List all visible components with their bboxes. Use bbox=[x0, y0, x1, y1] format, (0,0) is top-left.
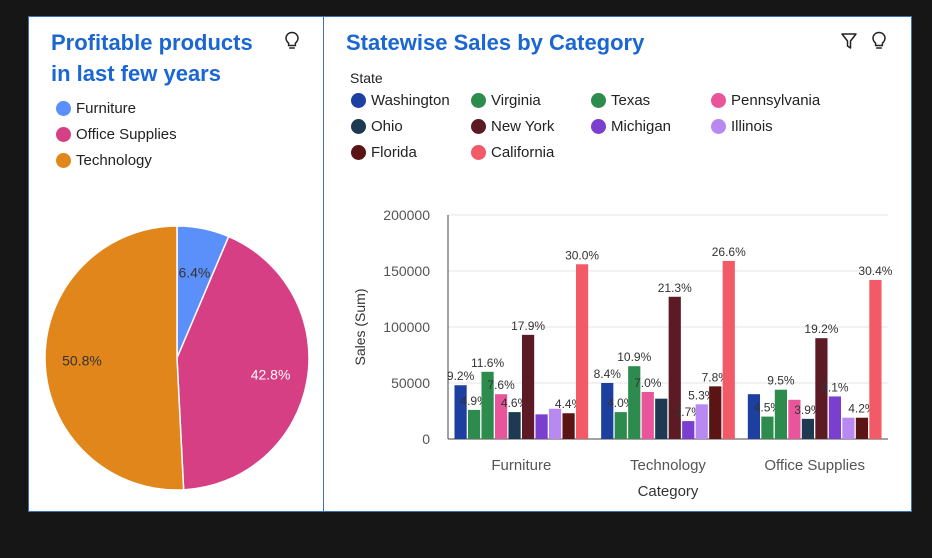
bar[interactable] bbox=[614, 412, 627, 439]
legend-label: Furniture bbox=[76, 100, 137, 117]
bar[interactable] bbox=[548, 408, 562, 439]
y-tick-label: 50000 bbox=[391, 375, 430, 391]
bar-data-label: 9.2% bbox=[447, 369, 475, 383]
state-legend-item[interactable]: Ohio bbox=[351, 118, 403, 135]
bar-chart: 0500001000001500002000009.2%4.9%11.6%7.6… bbox=[352, 207, 893, 500]
legend-swatch bbox=[351, 145, 366, 160]
bar-chart-title: Statewise Sales by Category bbox=[346, 30, 645, 55]
legend-label: California bbox=[491, 144, 555, 161]
bar-data-label: 21.3% bbox=[658, 281, 692, 295]
pie-legend-item[interactable]: Furniture bbox=[56, 100, 136, 117]
legend-swatch bbox=[711, 93, 726, 108]
state-legend-item[interactable]: Pennsylvania bbox=[711, 92, 820, 109]
bar-data-label: 7.6% bbox=[487, 378, 515, 392]
bar[interactable] bbox=[601, 383, 614, 439]
bar-data-label: 7.0% bbox=[634, 376, 662, 390]
state-legend-item[interactable]: Texas bbox=[591, 92, 650, 109]
y-tick-label: 150000 bbox=[383, 263, 430, 279]
bar-data-label: 17.9% bbox=[511, 319, 545, 333]
legend-label: Virginia bbox=[491, 92, 541, 109]
state-legend-item[interactable]: Michigan bbox=[591, 118, 671, 135]
legend-label: Florida bbox=[371, 144, 417, 161]
bar[interactable] bbox=[709, 386, 722, 439]
pie-slice-label: 42.8% bbox=[251, 367, 291, 383]
legend-swatch bbox=[56, 127, 71, 142]
x-tick-label: Technology bbox=[630, 457, 706, 474]
x-tick-label: Office Supplies bbox=[764, 457, 865, 474]
legend-swatch bbox=[471, 119, 486, 134]
x-axis-title: Category bbox=[638, 483, 699, 500]
y-tick-label: 100000 bbox=[383, 319, 430, 335]
bar[interactable] bbox=[828, 396, 842, 439]
lightbulb-icon[interactable] bbox=[283, 31, 301, 51]
bar-data-label: 8.4% bbox=[594, 367, 622, 381]
pie-legend-item[interactable]: Office Supplies bbox=[56, 126, 177, 143]
bar[interactable] bbox=[562, 413, 575, 439]
legend-label: Michigan bbox=[611, 118, 672, 135]
bar[interactable] bbox=[521, 334, 535, 439]
legend-label: New York bbox=[491, 118, 555, 135]
legend-label: Pennsylvania bbox=[731, 92, 821, 109]
bar[interactable] bbox=[695, 404, 708, 439]
bar-data-label: 26.6% bbox=[712, 245, 746, 259]
legend-swatch bbox=[56, 101, 71, 116]
bar-data-label: 10.9% bbox=[617, 350, 651, 364]
pie-slice-label: 50.8% bbox=[62, 352, 102, 368]
legend-swatch bbox=[711, 119, 726, 134]
y-tick-label: 200000 bbox=[383, 207, 430, 223]
bar[interactable] bbox=[575, 264, 589, 439]
bar[interactable] bbox=[682, 421, 695, 439]
state-legend-item[interactable]: New York bbox=[471, 118, 554, 135]
bar-data-label: 19.2% bbox=[804, 322, 838, 336]
bar[interactable] bbox=[801, 418, 815, 439]
statewise-sales-card: Statewise Sales by Category State Washin… bbox=[323, 16, 912, 512]
legend-swatch bbox=[351, 93, 366, 108]
lightbulb-icon[interactable] bbox=[870, 31, 888, 51]
pie-slice-label: 6.4% bbox=[178, 265, 210, 281]
bar-data-label: 30.0% bbox=[565, 248, 599, 262]
legend-swatch bbox=[471, 93, 486, 108]
state-legend-item[interactable]: Washington bbox=[351, 92, 450, 109]
bar[interactable] bbox=[842, 417, 855, 439]
bar-data-label: 9.5% bbox=[767, 374, 795, 388]
bar[interactable] bbox=[761, 416, 774, 439]
bar[interactable] bbox=[722, 260, 735, 439]
profitable-products-card: Profitable products in last few years Fu… bbox=[28, 16, 324, 512]
legend-swatch bbox=[591, 119, 606, 134]
legend-label: Illinois bbox=[731, 118, 773, 135]
bar[interactable] bbox=[774, 389, 788, 439]
bar[interactable] bbox=[467, 409, 481, 439]
legend-swatch bbox=[351, 119, 366, 134]
state-legend-item[interactable]: California bbox=[471, 144, 554, 161]
bar[interactable] bbox=[641, 391, 654, 439]
legend-title: State bbox=[350, 70, 383, 86]
x-tick-label: Furniture bbox=[491, 457, 551, 474]
legend-swatch bbox=[56, 153, 71, 168]
legend-label: Washington bbox=[371, 92, 450, 109]
state-legend-item[interactable]: Florida bbox=[351, 144, 417, 161]
bar-data-label: 30.4% bbox=[858, 264, 892, 278]
legend-swatch bbox=[471, 145, 486, 160]
bar[interactable] bbox=[655, 398, 668, 439]
bar-data-label: 11.6% bbox=[471, 356, 504, 370]
state-legend-item[interactable]: Virginia bbox=[471, 92, 541, 109]
pie-chart: 6.4% 42.8% 50.8% bbox=[44, 225, 310, 491]
y-tick-label: 0 bbox=[422, 431, 430, 447]
filter-icon[interactable] bbox=[840, 31, 858, 51]
y-axis-title: Sales (Sum) bbox=[352, 288, 368, 365]
legend-swatch bbox=[591, 93, 606, 108]
bar-data-label: 8.1% bbox=[821, 380, 849, 394]
bar[interactable] bbox=[508, 412, 521, 439]
state-legend-item[interactable]: Illinois bbox=[711, 118, 773, 135]
legend-label: Ohio bbox=[371, 118, 403, 135]
legend-label: Technology bbox=[76, 152, 152, 169]
pie-chart-title: Profitable products in last few years bbox=[51, 30, 253, 86]
bar[interactable] bbox=[855, 417, 869, 439]
bar[interactable] bbox=[869, 279, 882, 439]
legend-label: Office Supplies bbox=[76, 126, 177, 143]
legend-label: Texas bbox=[611, 92, 651, 109]
bar[interactable] bbox=[535, 414, 548, 439]
pie-legend-item[interactable]: Technology bbox=[56, 152, 152, 169]
